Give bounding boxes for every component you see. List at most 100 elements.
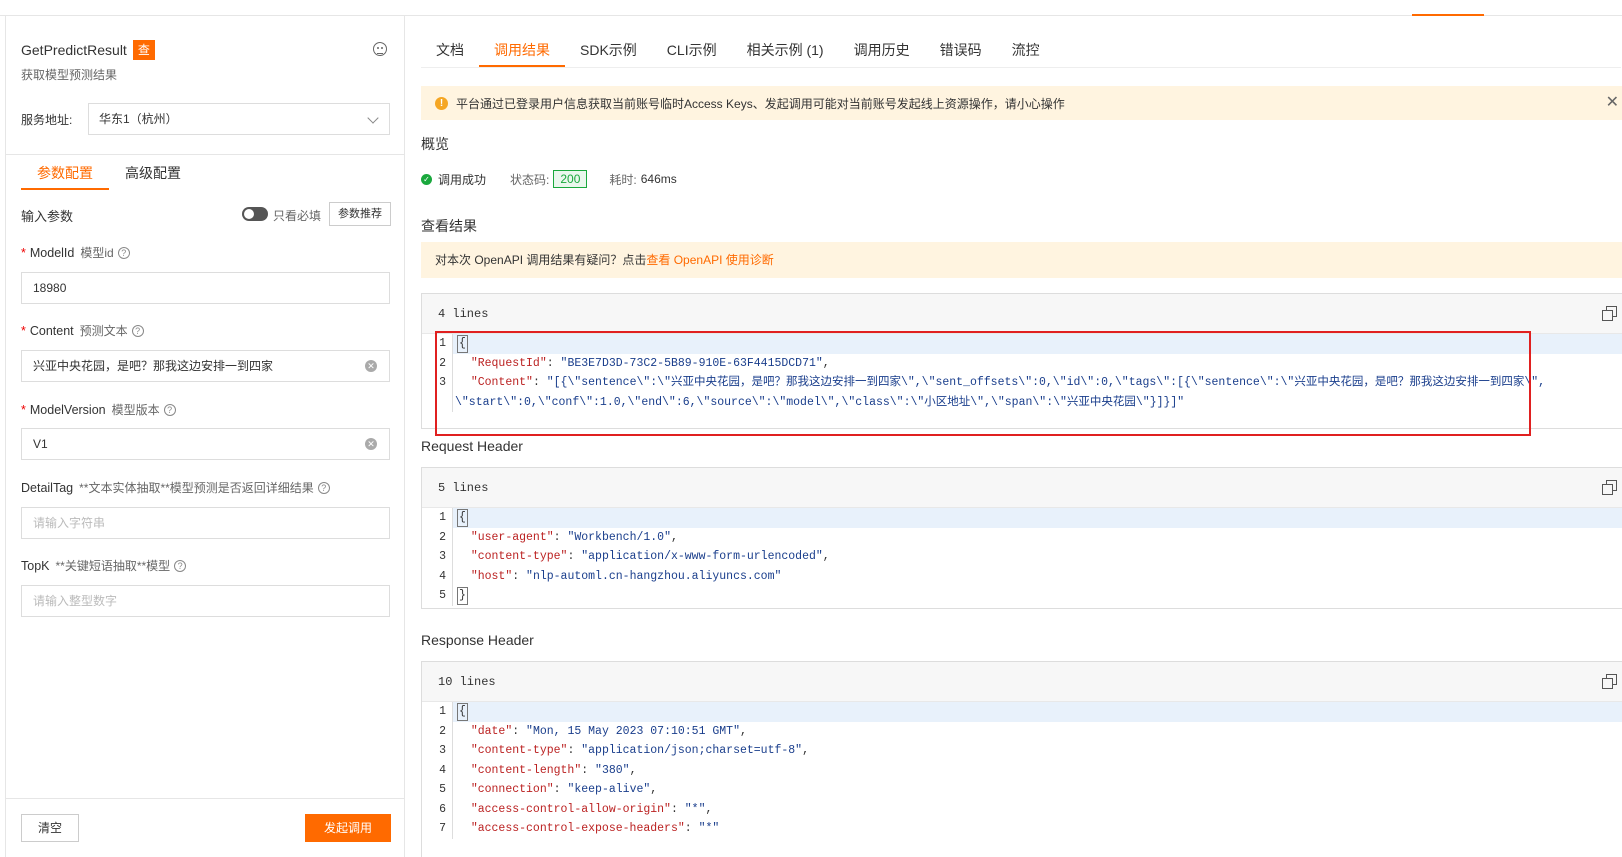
field-name: TopK <box>21 558 50 573</box>
top-bar <box>0 0 1622 16</box>
tab-param-config[interactable]: 参数配置 <box>21 156 109 190</box>
modelversion-value: V1 <box>33 437 48 451</box>
code-line: 1{ <box>422 702 1622 722</box>
json-value: "nlp-automl.cn-hangzhou.aliyuncs.com" <box>526 569 782 583</box>
clear-icon[interactable]: ✕ <box>365 438 377 450</box>
code-line: 6 "access-control-allow-origin": "*", <box>422 799 1622 819</box>
param-recommend-button[interactable]: 参数推荐 <box>329 202 391 226</box>
json-value: "*" <box>684 802 706 816</box>
result-code-box: 4 lines 1{ 2 "RequestId": "BE3E7D3D-73C2… <box>421 293 1622 429</box>
code-header: 4 lines <box>422 294 1622 334</box>
code-line: \"start\":0,\"conf\":1.0,\"end\":6,\"sou… <box>422 392 1622 412</box>
close-icon[interactable]: ✕ <box>1606 95 1619 111</box>
result-tabs: 文档 调用结果 SDK示例 CLI示例 相关示例 (1) 调用历史 错误码 流控 <box>421 34 1621 68</box>
tab-related-examples[interactable]: 相关示例 (1) <box>732 34 839 67</box>
field-label-content: * Content 预测文本 ? <box>21 322 144 339</box>
code-body: 1{ 2 "RequestId": "BE3E7D3D-73C2-5B89-91… <box>422 334 1622 412</box>
code-header: 10 lines <box>422 662 1622 702</box>
question-icon[interactable]: ? <box>163 403 176 416</box>
content-input[interactable]: 兴亚中央花园，是吧？那我这边安排一到四家 ✕ <box>21 350 390 382</box>
json-value: "keep-alive" <box>567 783 651 796</box>
content-value: 兴亚中央花园，是吧？那我这边安排一到四家 <box>33 359 274 373</box>
result-title: 查看结果 <box>421 218 477 234</box>
copy-icon[interactable] <box>1602 306 1617 321</box>
json-key: "date" <box>470 724 513 738</box>
invoke-button[interactable]: 发起调用 <box>305 814 391 842</box>
topk-input[interactable]: 请输入整型数字 <box>21 585 390 617</box>
json-value-cont: \"start\":0,\"conf\":1.0,\"end\":6,\"sou… <box>455 395 1185 409</box>
copy-icon[interactable] <box>1602 674 1617 689</box>
json-value: "[{\"sentence\":\"兴亚中央花园，是吧？那我这边安排一到四家\"… <box>546 376 1546 389</box>
tab-error-codes[interactable]: 错误码 <box>925 34 997 67</box>
code-body: 1{ 2 "date": "Mon, 15 May 2023 07:10:51 … <box>422 702 1622 839</box>
diagnosis-link[interactable]: 查看 OpenAPI 使用诊断 <box>646 253 773 267</box>
service-select[interactable]: 华东1（杭州） <box>88 103 390 135</box>
json-value: "application/json;charset=utf-8" <box>581 744 803 757</box>
tab-docs[interactable]: 文档 <box>421 34 479 67</box>
modelid-input[interactable]: 18980 <box>21 272 390 304</box>
api-title: GetPredictResult 查 <box>21 40 155 60</box>
left-panel: GetPredictResult 查 获取模型预测结果 服务地址: 华东1（杭州… <box>5 16 405 857</box>
field-label-modelid: * ModelId 模型id ? <box>21 244 130 261</box>
notice-text: 平台通过已登录用户信息获取当前账号临时Access Keys、发起调用可能对当前… <box>456 96 1065 111</box>
field-label-detailtag: DetailTag **文本实体抽取**模型预测是否返回详细结果 ? <box>21 479 330 496</box>
json-key: "content-type" <box>470 550 568 563</box>
json-key: "access-control-allow-origin" <box>470 802 671 816</box>
detailtag-input[interactable]: 请输入字符串 <box>21 507 390 539</box>
code-line: 1{ <box>422 334 1622 354</box>
help-face-icon[interactable] <box>373 42 387 56</box>
input-params-title: 输入参数 <box>21 209 74 224</box>
json-value: "application/x-www-form-urlencoded" <box>581 550 823 563</box>
json-key: "Content" <box>470 376 533 389</box>
clear-icon[interactable]: ✕ <box>365 360 377 372</box>
warning-icon: ! <box>435 96 448 110</box>
json-value: "*" <box>698 822 720 835</box>
json-key: "content-type" <box>470 744 568 757</box>
modelversion-input[interactable]: V1 ✕ <box>21 428 390 460</box>
field-sub: 模型版本 <box>111 403 160 417</box>
required-only-toggle[interactable] <box>242 207 268 221</box>
question-icon[interactable]: ? <box>317 481 330 494</box>
tab-call-result[interactable]: 调用结果 <box>479 34 565 67</box>
elapsed-label: 耗时: <box>609 172 637 187</box>
copy-icon[interactable] <box>1602 480 1617 495</box>
code-line: 5} <box>422 586 1622 606</box>
code-line: 3 "Content": "[{\"sentence\":\"兴亚中央花园，是吧… <box>422 373 1622 393</box>
tab-flow-control[interactable]: 流控 <box>997 34 1055 67</box>
clear-button[interactable]: 清空 <box>21 814 79 842</box>
required-mark: * <box>21 402 26 417</box>
required-only-label: 只看必填 <box>273 209 322 223</box>
request-header-title: Request Header <box>421 438 523 454</box>
status-code-badge: 200 <box>553 170 588 188</box>
diagnosis-text: 对本次 OpenAPI 调用结果有疑问？点击 <box>435 253 647 267</box>
elapsed-value: 646ms <box>640 172 677 186</box>
divider <box>6 798 404 799</box>
api-name: GetPredictResult <box>21 42 127 58</box>
code-line: 2 "RequestId": "BE3E7D3D-73C2-5B89-910E-… <box>422 353 1622 373</box>
json-key: "host" <box>470 569 513 583</box>
code-line: 2 "date": "Mon, 15 May 2023 07:10:51 GMT… <box>422 721 1622 741</box>
field-sub: 预测文本 <box>79 324 128 338</box>
tab-cli-example[interactable]: CLI示例 <box>652 34 732 67</box>
lines-count: 10 lines <box>438 675 496 689</box>
divider <box>6 154 404 155</box>
response-header-title: Response Header <box>421 632 534 648</box>
code-line: 7 "access-control-expose-headers": "*" <box>422 819 1622 839</box>
code-line: 4 "content-length": "380", <box>422 760 1622 780</box>
tab-advanced-config[interactable]: 高级配置 <box>109 156 197 190</box>
tab-sdk-example[interactable]: SDK示例 <box>565 34 652 67</box>
field-sub: 模型id <box>80 246 114 260</box>
tab-call-history[interactable]: 调用历史 <box>839 34 925 67</box>
question-icon[interactable]: ? <box>174 559 187 572</box>
json-value: "BE3E7D3D-73C2-5B89-910E-63F4415DCD71" <box>560 356 823 370</box>
field-label-modelversion: * ModelVersion 模型版本 ? <box>21 401 176 418</box>
required-mark: * <box>21 323 26 338</box>
api-description: 获取模型预测结果 <box>21 68 118 82</box>
response-header-code-box: 10 lines 1{ 2 "date": "Mon, 15 May 2023 … <box>421 661 1622 857</box>
code-header: 5 lines <box>422 468 1622 508</box>
question-icon[interactable]: ? <box>117 246 130 259</box>
status-row: ✓ 调用成功 状态码: 200 耗时: 646ms <box>421 170 677 188</box>
field-name: DetailTag <box>21 480 74 495</box>
question-icon[interactable]: ? <box>131 324 144 337</box>
code-line: 5 "connection": "keep-alive", <box>422 780 1622 800</box>
